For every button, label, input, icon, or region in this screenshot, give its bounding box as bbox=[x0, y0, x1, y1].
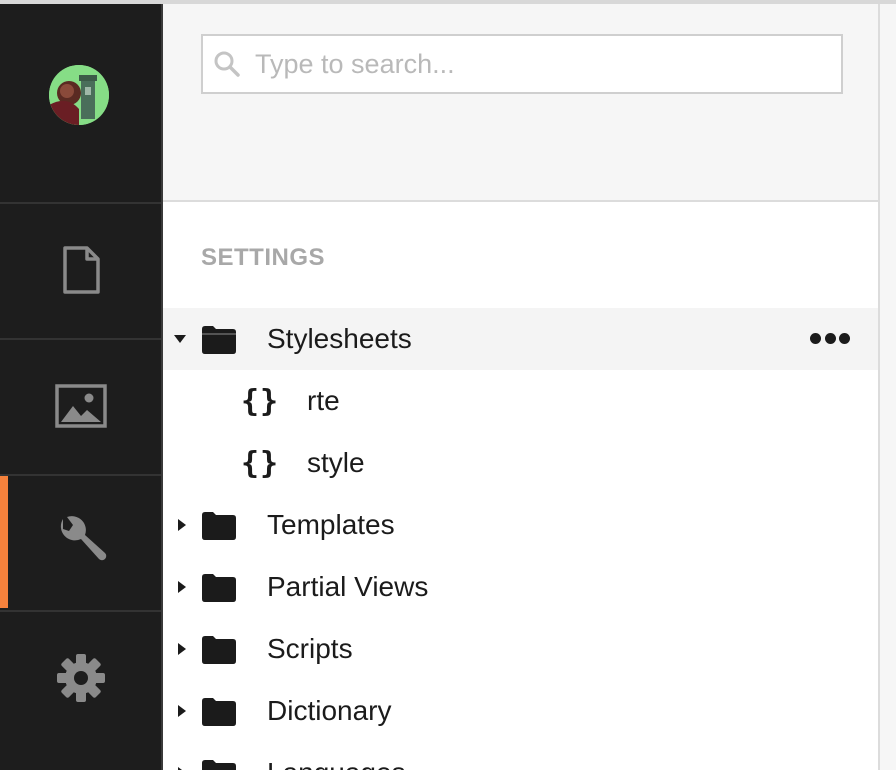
caret-right-icon[interactable] bbox=[175, 518, 189, 532]
image-icon bbox=[54, 384, 107, 428]
caret-down-icon[interactable] bbox=[173, 332, 187, 346]
tree-item-style[interactable]: {} style bbox=[163, 432, 878, 494]
user-area bbox=[0, 4, 161, 202]
folder-icon bbox=[202, 760, 236, 770]
folder-icon bbox=[202, 698, 236, 726]
folder-icon bbox=[202, 326, 236, 354]
editor-panel-edge bbox=[878, 4, 896, 770]
caret-right-icon[interactable] bbox=[175, 580, 189, 594]
gear-icon bbox=[56, 654, 105, 702]
folder-icon bbox=[202, 574, 236, 602]
tree-item-label: Dictionary bbox=[267, 695, 392, 726]
tree-item-templates[interactable]: Templates bbox=[163, 494, 878, 556]
search-area bbox=[163, 4, 878, 202]
tree-item-label: Partial Views bbox=[267, 571, 429, 602]
tree-item-partial-views[interactable]: Partial Views bbox=[163, 556, 878, 618]
section-content[interactable] bbox=[0, 202, 161, 336]
tree-item-scripts[interactable]: Scripts bbox=[163, 618, 878, 680]
tree-item-languages[interactable]: Languages bbox=[163, 742, 878, 770]
tree-panel: SETTINGS Stylesheets {} rte {} style bbox=[161, 4, 878, 770]
tree-item-label: Scripts bbox=[267, 633, 353, 664]
folder-icon bbox=[202, 636, 236, 664]
app: SETTINGS Stylesheets {} rte {} style bbox=[0, 0, 896, 770]
tree-item-label: Templates bbox=[267, 509, 395, 540]
tree-item-label: Languages bbox=[267, 757, 406, 770]
tree-item-label: style bbox=[307, 447, 365, 478]
tree-item-dictionary[interactable]: Dictionary bbox=[163, 680, 878, 742]
tree-item-rte[interactable]: {} rte bbox=[163, 370, 878, 432]
avatar[interactable] bbox=[49, 65, 109, 125]
search-input[interactable] bbox=[253, 47, 817, 81]
braces-icon: {} bbox=[241, 445, 280, 481]
search-box[interactable] bbox=[201, 34, 843, 94]
caret-right-icon[interactable] bbox=[175, 704, 189, 718]
caret-right-icon[interactable] bbox=[175, 766, 189, 770]
more-options-icon[interactable] bbox=[810, 333, 850, 345]
search-icon bbox=[214, 51, 240, 77]
document-icon bbox=[62, 246, 100, 294]
avatar-image bbox=[49, 65, 109, 125]
tree-item-label: rte bbox=[307, 385, 340, 416]
tree-title: SETTINGS bbox=[201, 244, 326, 271]
caret-right-icon[interactable] bbox=[175, 642, 189, 656]
section-developer[interactable] bbox=[0, 610, 161, 744]
section-media[interactable] bbox=[0, 338, 161, 472]
wrench-icon bbox=[60, 516, 106, 561]
folder-icon bbox=[202, 512, 236, 540]
sections-sidebar bbox=[0, 4, 161, 770]
tree-item-label: Stylesheets bbox=[267, 323, 412, 354]
section-settings[interactable] bbox=[0, 474, 161, 608]
braces-icon: {} bbox=[241, 383, 280, 419]
tree-item-stylesheets[interactable]: Stylesheets bbox=[163, 308, 878, 370]
